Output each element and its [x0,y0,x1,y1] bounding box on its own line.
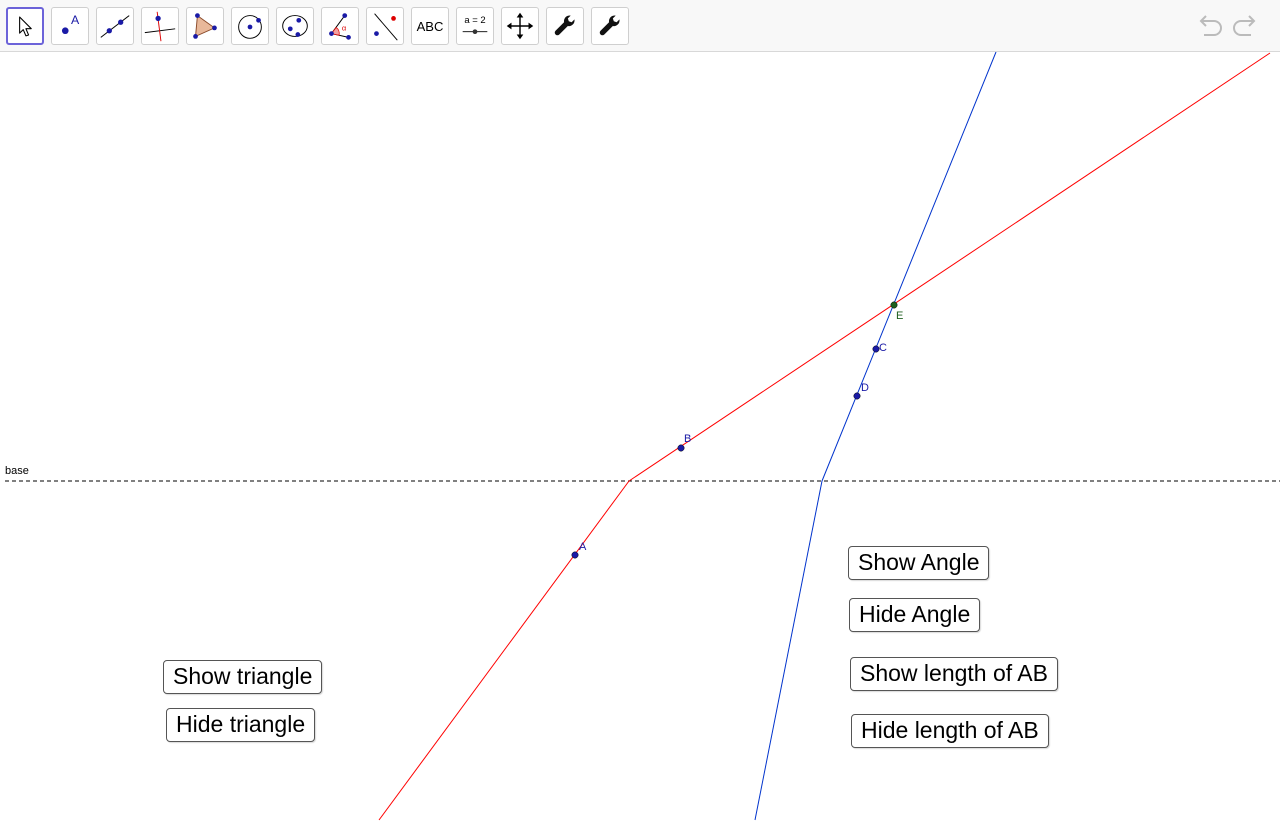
tool-text[interactable]: ABC [411,7,449,45]
tool-ellipse[interactable] [276,7,314,45]
move-graphics-view-icon [506,12,534,40]
tool-point[interactable]: A [51,7,89,45]
show-angle-button[interactable]: Show Angle [848,546,990,580]
tool-point-label: A [71,13,80,27]
tool-circle[interactable] [231,7,269,45]
tool-custom-1[interactable] [546,7,584,45]
show-triangle-button[interactable]: Show triangle [163,660,323,694]
point-a[interactable] [571,551,579,559]
line-icon [100,15,130,38]
hide-angle-button[interactable]: Hide Angle [849,598,981,632]
blue-line-lower[interactable] [754,480,823,821]
angle-icon: α [329,13,351,40]
graphics-view[interactable]: base A B C D E [0,52,1280,822]
tool-angle-label: α [342,24,347,33]
hide-triangle-button[interactable]: Hide triangle [166,708,316,742]
point-a-label: A [579,541,587,553]
tool-polygon[interactable] [186,7,224,45]
hide-length-ab-button[interactable]: Hide length of AB [851,714,1049,748]
polygon-icon [193,13,217,39]
point-c-label: C [879,342,887,354]
show-length-ab-button[interactable]: Show length of AB [850,657,1058,691]
tool-perpendicular[interactable] [141,7,179,45]
tool-move-graphics[interactable] [501,7,539,45]
ellipse-icon [282,15,308,37]
tool-move[interactable] [6,7,44,45]
point-b[interactable] [677,444,685,452]
tool-reflect[interactable] [366,7,404,45]
base-label: base [5,465,29,477]
red-line-upper[interactable] [628,52,1271,482]
circle-center-point-icon [238,15,262,39]
tool-line[interactable] [96,7,134,45]
point-icon: A [61,13,80,35]
toolbar: A α ABC a = 2 [0,0,1280,52]
tool-slider[interactable]: a = 2 [456,7,494,45]
point-e-intersection[interactable] [890,301,898,309]
pointer-arrow-icon [19,16,32,37]
point-d[interactable] [853,392,861,400]
point-e-label: E [896,310,903,322]
red-line-lower[interactable] [378,480,630,821]
blue-line-upper[interactable] [821,52,997,482]
reflect-about-line-icon [374,13,398,41]
tool-slider-label: a = 2 [464,15,485,26]
text-icon: ABC [416,19,444,34]
slider-icon: a = 2 [462,15,488,35]
wrench-icon [554,15,575,36]
undo-icon[interactable] [1194,12,1224,42]
point-b-label: B [684,433,691,445]
tool-custom-2[interactable] [591,7,629,45]
perpendicular-line-icon [144,11,176,42]
tool-angle[interactable]: α [321,7,359,45]
wrench-icon [599,15,620,36]
point-d-label: D [861,382,869,394]
redo-icon[interactable] [1231,12,1261,42]
